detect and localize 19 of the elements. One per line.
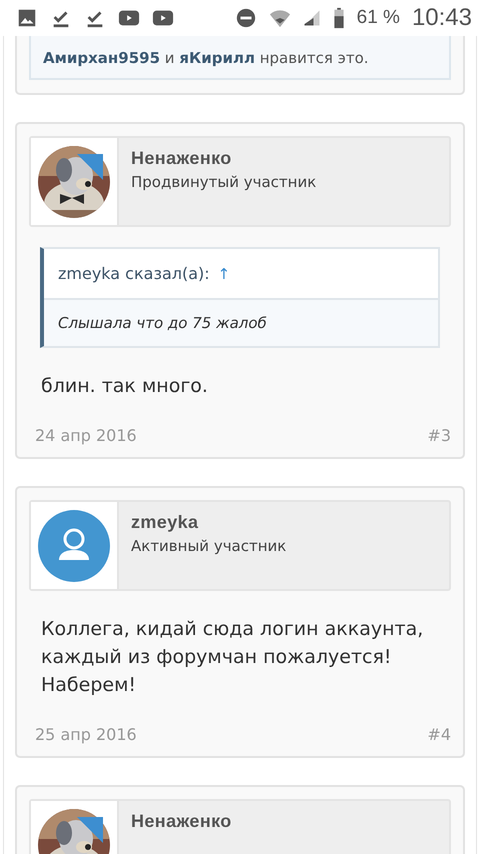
jump-link[interactable]: ↑ [218,264,230,282]
author-name[interactable]: Ненаженко [131,811,232,832]
post-number[interactable]: #3 [427,426,451,445]
quote-author: zmeyka сказал(а): [58,264,210,283]
post-date[interactable]: 24 апр 2016 [35,426,137,445]
post-number[interactable]: #4 [427,725,451,744]
user-title: Продвинутый участник [131,173,316,191]
user-title: Активный участник [131,537,286,555]
image-icon [16,7,38,29]
post-message: Коллега, кидай сюда логин аккаунта, каждый из форумчан пожалуется! Наберем! [41,617,424,698]
battery-icon [332,7,345,29]
author-name[interactable]: Ненаженко [131,148,316,169]
do-not-disturb-icon [234,7,257,29]
battery-percent: 61 % [356,7,400,29]
post-date[interactable]: 25 апр 2016 [35,725,137,744]
clock: 10:43 [412,4,472,32]
post-message: блин. так много. [41,374,209,399]
author-name[interactable]: zmeyka [131,512,286,533]
likes-summary: Амирхан9595 и яКирилл нравится это. [29,36,451,80]
